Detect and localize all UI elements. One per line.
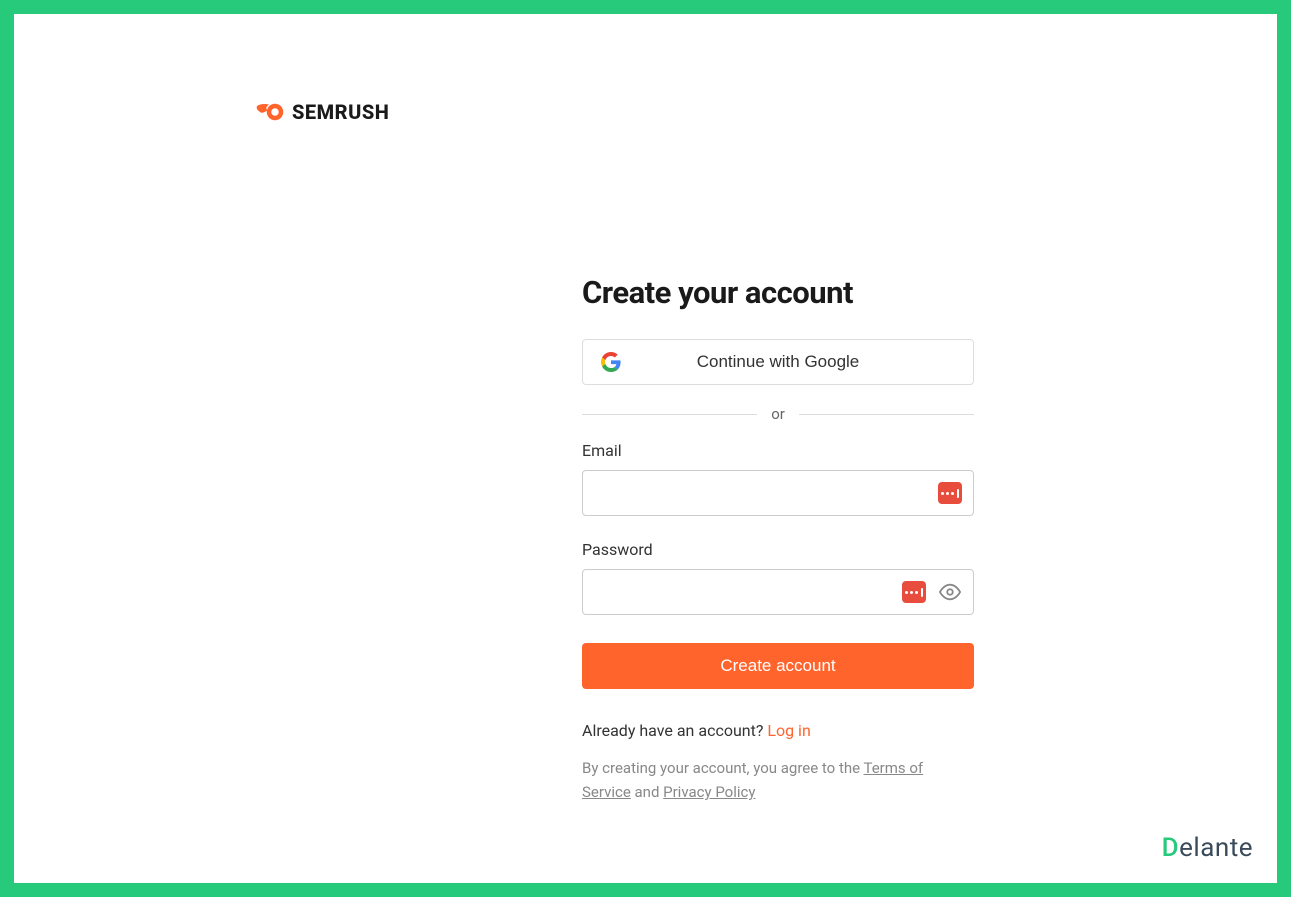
- terms-and: and: [631, 783, 663, 801]
- page-frame: SEMRUSH Create your account Continue wit…: [0, 0, 1291, 897]
- divider-line-left: [582, 414, 757, 415]
- google-button-label: Continue with Google: [697, 352, 860, 372]
- terms-prefix: By creating your account, you agree to t…: [582, 759, 864, 777]
- privacy-policy-link[interactable]: Privacy Policy: [663, 783, 755, 801]
- brand-logo: SEMRUSH: [254, 100, 389, 124]
- email-input-wrapper: [582, 470, 974, 516]
- password-input-wrapper: [582, 569, 974, 615]
- toggle-password-visibility-icon[interactable]: [938, 580, 962, 604]
- password-manager-icon[interactable]: [902, 581, 926, 603]
- continue-with-google-button[interactable]: Continue with Google: [582, 339, 974, 385]
- divider-line-right: [799, 414, 974, 415]
- divider: or: [582, 405, 974, 423]
- divider-text: or: [771, 405, 785, 423]
- page-title: Create your account: [582, 274, 974, 311]
- password-label: Password: [582, 540, 974, 559]
- signup-form: Create your account Continue with Google…: [582, 274, 974, 804]
- delante-watermark: Delante: [1162, 833, 1253, 863]
- login-prompt-text: Already have an account?: [582, 721, 767, 740]
- email-label: Email: [582, 441, 974, 460]
- delante-d: D: [1162, 833, 1179, 863]
- password-manager-icon[interactable]: [938, 482, 962, 504]
- terms-row: By creating your account, you agree to t…: [582, 756, 974, 804]
- login-prompt-row: Already have an account? Log in: [582, 721, 974, 740]
- email-field[interactable]: [582, 470, 974, 516]
- brand-name: SEMRUSH: [292, 100, 389, 124]
- semrush-flame-icon: [254, 101, 284, 123]
- create-account-button[interactable]: Create account: [582, 643, 974, 689]
- delante-rest: elante: [1179, 833, 1253, 863]
- login-link[interactable]: Log in: [767, 721, 810, 740]
- google-icon: [601, 352, 621, 372]
